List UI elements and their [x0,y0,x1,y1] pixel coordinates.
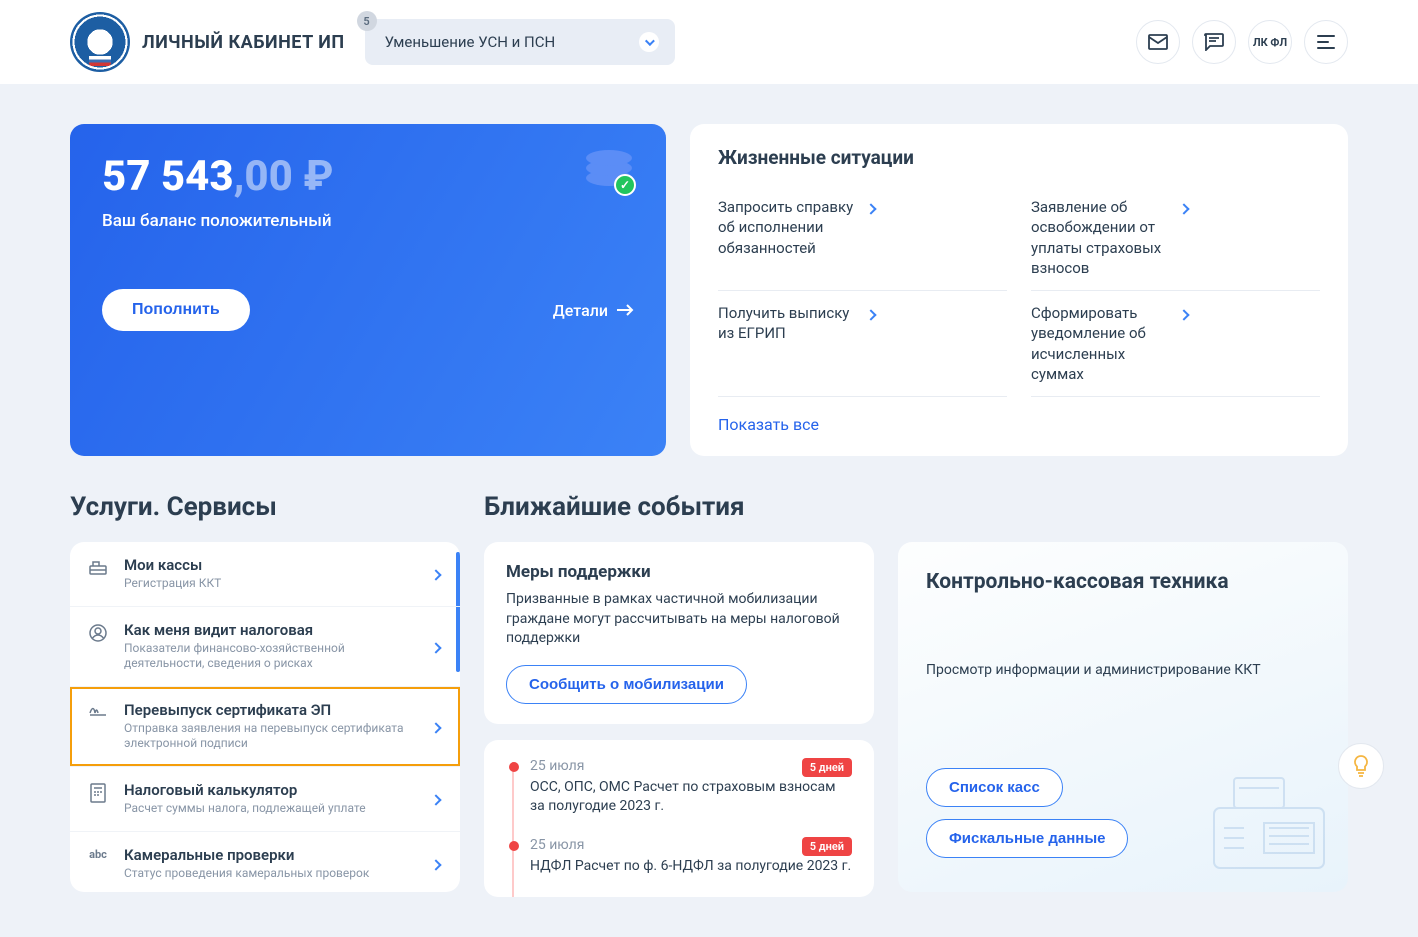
situation-item[interactable]: Получить выписку из ЕГРИП [718,291,1007,397]
timeline-item[interactable]: 25 июля 5 дней ОСС, ОПС, ОМС Расчет по с… [506,758,852,817]
situations-title: Жизненные ситуации [718,146,1320,169]
chevron-down-icon [639,32,659,52]
service-item-kassy[interactable]: Мои кассы Регистрация ККТ [70,542,460,607]
chevron-right-icon [432,789,440,808]
service-title: Налоговый калькулятор [124,781,418,799]
days-badge: 5 дней [802,837,852,856]
situation-item[interactable]: Заявление об освобождении от уплаты стра… [1031,185,1320,291]
timeline-card: 25 июля 5 дней ОСС, ОПС, ОМС Расчет по с… [484,740,874,897]
support-title: Меры поддержки [506,562,852,582]
chevron-right-icon [432,717,440,736]
chevron-right-icon [432,637,440,656]
chat-button[interactable] [1192,20,1236,64]
cash-register-bg-icon [1204,758,1334,878]
database-check-icon: ✓ [586,150,632,192]
timeline-text: НДФЛ Расчет по ф. 6-НДФЛ за полугодие 20… [530,857,852,877]
chat-icon [1204,33,1224,51]
menu-icon [1317,35,1335,49]
balance-card: 57 543,00 ₽ Ваш баланс положительный ✓ П… [70,124,666,456]
signature-icon [86,701,110,717]
balance-amount: 57 543,00 ₽ [102,152,634,201]
chevron-right-icon [867,303,1008,325]
service-sub: Расчет суммы налога, подлежащей уплате [124,801,418,817]
chevron-right-icon [1180,197,1321,219]
header: ЛИЧНЫЙ КАБИНЕТ ИП 5 Уменьшение УСН и ПСН… [0,0,1418,84]
days-badge: 5 дней [802,758,852,777]
service-title: Мои кассы [124,556,418,574]
kassy-list-button[interactable]: Список касс [926,768,1063,807]
timeline-dot-icon [509,841,519,851]
chevron-right-icon [432,854,440,873]
balance-subtitle: Ваш баланс положительный [102,211,634,231]
logo-block[interactable]: ЛИЧНЫЙ КАБИНЕТ ИП [70,12,345,72]
kkt-card: Контрольно-кассовая техника Просмотр инф… [898,542,1348,892]
lk-fl-button[interactable]: ЛК ФЛ [1248,20,1292,64]
kkt-title: Контрольно-кассовая техника [926,570,1320,594]
menu-button[interactable] [1304,20,1348,64]
site-title: ЛИЧНЫЙ КАБИНЕТ ИП [142,32,345,53]
timeline-item[interactable]: 25 июля 5 дней НДФЛ Расчет по ф. 6-НДФЛ … [506,837,852,877]
services-section-title: Услуги. Сервисы [70,492,484,522]
chevron-right-icon [1180,303,1321,325]
service-sub: Отправка заявления на перевыпуск сертифи… [124,721,418,752]
situation-item[interactable]: Запросить справку об исполнении обязанно… [718,185,1007,291]
situation-item[interactable]: Сформировать уведомление об исчисленных … [1031,291,1320,397]
dropdown-badge: 5 [357,11,377,31]
topup-button[interactable]: Пополнить [102,289,250,331]
mail-button[interactable] [1136,20,1180,64]
service-item-visibility[interactable]: Как меня видит налоговая Показатели финан… [70,607,460,687]
situation-label: Сформировать уведомление об исчисленных … [1031,303,1172,384]
calculator-icon [86,781,110,803]
abc-check-icon: abc [86,846,110,861]
situation-label: Запросить справку об исполнении обязанно… [718,197,859,258]
support-card: Меры поддержки Призванные в рамках части… [484,542,874,724]
situation-label: Получить выписку из ЕГРИП [718,303,859,344]
hint-fab-button[interactable] [1338,743,1384,789]
dropdown-label: Уменьшение УСН и ПСН [385,33,556,51]
details-label: Детали [553,301,608,320]
services-card: Мои кассы Регистрация ККТ Как меня видит … [70,542,460,892]
timeline-dot-icon [509,762,519,772]
service-item-audits[interactable]: abc Камеральные проверки Статус проведени… [70,832,460,892]
chevron-right-icon [867,197,1008,219]
cash-register-icon [86,556,110,576]
situation-label: Заявление об освобождении от уплаты стра… [1031,197,1172,278]
service-title: Перевыпуск сертификата ЭП [124,701,418,719]
fiscal-data-button[interactable]: Фискальные данные [926,819,1128,858]
events-section-title: Ближайшие события [484,492,745,522]
service-item-certificate[interactable]: Перевыпуск сертификата ЭП Отправка заявле… [70,687,460,767]
lightbulb-icon [1351,754,1371,778]
notifications-dropdown[interactable]: 5 Уменьшение УСН и ПСН [365,19,675,65]
situations-card: Жизненные ситуации Запросить справку об … [690,124,1348,456]
report-mobilization-button[interactable]: Сообщить о мобилизации [506,665,747,704]
chevron-right-icon [432,564,440,583]
person-view-icon [86,621,110,643]
service-sub: Регистрация ККТ [124,576,418,592]
balance-int: 57 543 [102,152,234,201]
arrow-right-icon [616,304,634,316]
service-item-calculator[interactable]: Налоговый калькулятор Расчет суммы налога… [70,767,460,832]
service-sub: Статус проведения камеральных проверок [124,866,418,882]
service-title: Камеральные проверки [124,846,418,864]
support-text: Призванные в рамках частичной мобилизаци… [506,590,852,649]
balance-dec: ,00 [234,152,293,201]
header-actions: ЛК ФЛ [1136,20,1348,64]
fns-emblem-icon [70,12,130,72]
timeline-text: ОСС, ОПС, ОМС Расчет по страховым взноса… [530,778,852,817]
service-title: Как меня видит налоговая [124,621,418,639]
show-all-link[interactable]: Показать все [718,415,819,434]
kkt-subtitle: Просмотр информации и администрирование … [926,662,1320,678]
service-sub: Показатели финансово-хозяйственной деяте… [124,641,418,672]
mail-icon [1148,34,1168,50]
details-link[interactable]: Детали [553,301,634,320]
ruble-icon: ₽ [303,152,333,201]
